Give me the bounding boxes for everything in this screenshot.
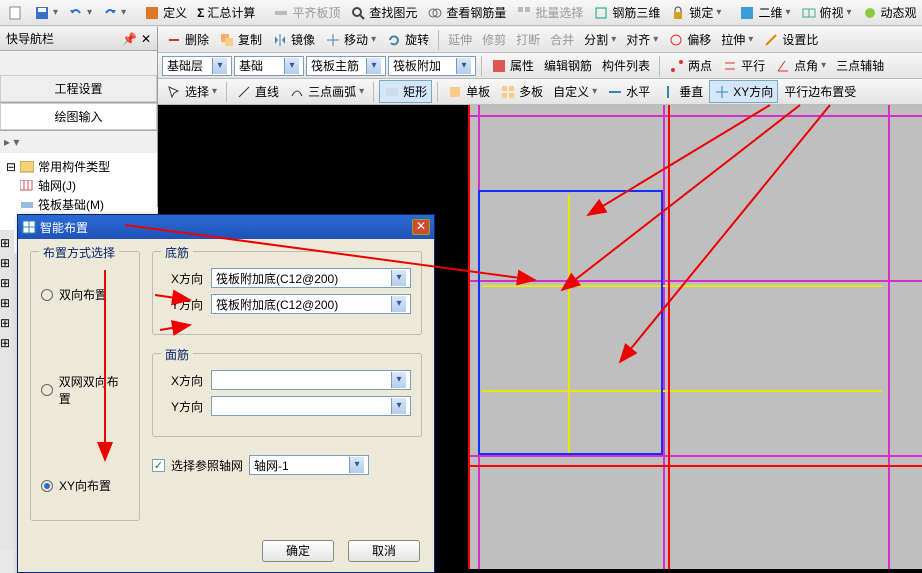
lock-button[interactable]: 锁定▾ [666, 2, 725, 23]
tree-axis[interactable]: 轴网(J) [4, 176, 153, 195]
single-button[interactable]: 单板 [443, 81, 494, 102]
define-button[interactable]: 定义 [140, 2, 191, 23]
horiz-button[interactable]: 水平 [603, 81, 654, 102]
edit-rebar-button[interactable]: 编辑钢筋 [540, 55, 596, 76]
expand-icon[interactable]: ⊞ [0, 236, 14, 250]
top-rebar-group: 面筋 X方向 ▾ Y方向 ▾ [152, 353, 422, 437]
nav-panel-title: 快导航栏 📌✕ [0, 27, 157, 51]
tab-draw-input[interactable]: 绘图输入 [0, 103, 157, 130]
tree-toggle-icon[interactable]: ▸ ▾ [0, 131, 157, 153]
split-button[interactable]: 分割▾ [580, 29, 620, 50]
pt-angle-button[interactable]: 点角▾ [771, 55, 830, 76]
raft-main-combo[interactable]: 筏板主筋▾ [306, 56, 386, 76]
side-expand-bar: ⊞ ⊞ ⊞ ⊞ ⊞ ⊞ [0, 230, 14, 550]
dyn-obs-button[interactable]: 动态观 [858, 2, 921, 23]
bottom-y-combo[interactable]: 筏板附加底(C12@200)▾ [211, 294, 411, 314]
floor-combo[interactable]: 基础层▾ [162, 56, 232, 76]
radio-two-way[interactable]: 双向布置 [41, 286, 129, 303]
select-button[interactable]: 选择▾ [162, 81, 221, 102]
radio-xy[interactable]: XY向布置 [41, 477, 129, 494]
bottom-rebar-group: 底筋 X方向 筏板附加底(C12@200)▾ Y方向 筏板附加底(C12@200… [152, 251, 422, 335]
three-aux-button[interactable]: 三点辅轴 [832, 55, 888, 76]
radio-double-net[interactable]: 双网双向布置 [41, 373, 129, 407]
expand-icon[interactable]: ⊞ [0, 316, 14, 330]
parallel-edge-button[interactable]: 平行边布置受 [780, 81, 860, 102]
undo-icon[interactable]: ▾ [64, 3, 96, 23]
draw-toolbar: 选择▾ 直线 三点画弧▾ 矩形 单板 多板 自定义▾ 水平 垂直 XY方向 平行… [158, 79, 922, 105]
setup-button[interactable]: 设置比 [759, 29, 822, 50]
align-button[interactable]: 对齐▾ [622, 29, 662, 50]
find-elem-button[interactable]: 查找图元 [346, 2, 421, 23]
axis-combo[interactable]: 轴网-1▾ [249, 455, 369, 475]
dialog-close-button[interactable]: ✕ [412, 219, 430, 235]
expand-icon[interactable]: ⊞ [0, 256, 14, 270]
tree-root[interactable]: ⊟ 常用构件类型 [4, 157, 153, 176]
expand-icon[interactable]: ⊞ [0, 336, 14, 350]
mirror-button[interactable]: 镜像 [268, 29, 319, 50]
2d-button[interactable]: 二维▾ [735, 2, 794, 23]
level-top-button[interactable]: 平齐板顶 [269, 2, 344, 23]
save-icon[interactable]: ▾ [30, 3, 62, 23]
offset-button[interactable]: 偏移 [664, 29, 715, 50]
top-x-combo[interactable]: ▾ [211, 370, 411, 390]
top-y-combo[interactable]: ▾ [211, 396, 411, 416]
ok-button[interactable]: 确定 [262, 540, 334, 562]
multi-button[interactable]: 多板 [496, 81, 547, 102]
ref-axis-row: ✓ 选择参照轴网 轴网-1▾ [152, 455, 422, 475]
bottom-x-combo[interactable]: 筏板附加底(C12@200)▾ [211, 268, 411, 288]
two-pt-button[interactable]: 两点 [665, 55, 716, 76]
view-rebar-button[interactable]: 查看钢筋量 [423, 2, 510, 23]
extend-button[interactable]: 延伸 [444, 29, 476, 50]
stretch-button[interactable]: 拉伸▾ [717, 29, 757, 50]
dialog-titlebar[interactable]: 智能布置 ✕ [18, 215, 434, 239]
rotate-button[interactable]: 旋转 [382, 29, 433, 50]
break-button[interactable]: 打断 [512, 29, 544, 50]
overlook-button[interactable]: 俯视▾ [797, 2, 856, 23]
custom-button[interactable]: 自定义▾ [549, 81, 601, 102]
base-combo[interactable]: 基础▾ [234, 56, 304, 76]
cancel-button[interactable]: 取消 [348, 540, 420, 562]
component-toolbar: 基础层▾ 基础▾ 筏板主筋▾ 筏板附加▾ 属性 编辑钢筋 构件列表 两点 平行 … [158, 53, 922, 79]
move-button[interactable]: 移动▾ [321, 29, 380, 50]
parallel-button[interactable]: 平行 [718, 55, 769, 76]
tab-project-settings[interactable]: 工程设置 [0, 75, 157, 102]
rebar-3d-button[interactable]: 钢筋三维 [589, 2, 664, 23]
property-button[interactable]: 属性 [487, 55, 538, 76]
redo-icon[interactable]: ▾ [98, 3, 130, 23]
merge-button[interactable]: 合并 [546, 29, 578, 50]
edit-toolbar: 删除 复制 镜像 移动▾ 旋转 延伸 修剪 打断 合并 分割▾ 对齐▾ 偏移 拉… [158, 27, 922, 53]
batch-select-button[interactable]: 批量选择 [512, 2, 587, 23]
raft-add-combo[interactable]: 筏板附加▾ [388, 56, 476, 76]
close-panel-icon[interactable]: ✕ [141, 32, 151, 46]
main-toolbar-1: ▾ ▾ ▾ 定义 Σ汇总计算 平齐板顶 查找图元 查看钢筋量 批量选择 钢筋三维… [0, 0, 922, 26]
new-icon[interactable] [4, 3, 28, 23]
ref-axis-checkbox[interactable]: ✓ [152, 459, 165, 472]
line-button[interactable]: 直线 [232, 81, 283, 102]
tree-raft-base[interactable]: 筏板基础(M) [4, 195, 153, 214]
delete-button[interactable]: 删除 [162, 29, 213, 50]
sum-calc-button[interactable]: Σ汇总计算 [193, 2, 259, 23]
pin-icon[interactable]: 📌 [122, 32, 137, 46]
nav-panel: 快导航栏 📌✕ 工程设置 绘图输入 ▸ ▾ ⊟ 常用构件类型 轴网(J) 筏板基… [0, 27, 158, 207]
copy-button[interactable]: 复制 [215, 29, 266, 50]
comp-list-button[interactable]: 构件列表 [598, 55, 654, 76]
placement-group: 布置方式选择 双向布置 双网双向布置 XY向布置 [30, 251, 140, 521]
dialog-title: 智能布置 [40, 219, 88, 236]
vert-button[interactable]: 垂直 [656, 81, 707, 102]
rect-button[interactable]: 矩形 [379, 80, 432, 103]
smart-layout-dialog: 智能布置 ✕ 布置方式选择 双向布置 双网双向布置 XY向布置 底筋 X方向 筏… [17, 214, 435, 573]
expand-icon[interactable]: ⊞ [0, 296, 14, 310]
expand-icon[interactable]: ⊞ [0, 276, 14, 290]
xy-dir-button[interactable]: XY方向 [709, 80, 778, 103]
trim-button[interactable]: 修剪 [478, 29, 510, 50]
arc-3pt-button[interactable]: 三点画弧▾ [285, 81, 368, 102]
